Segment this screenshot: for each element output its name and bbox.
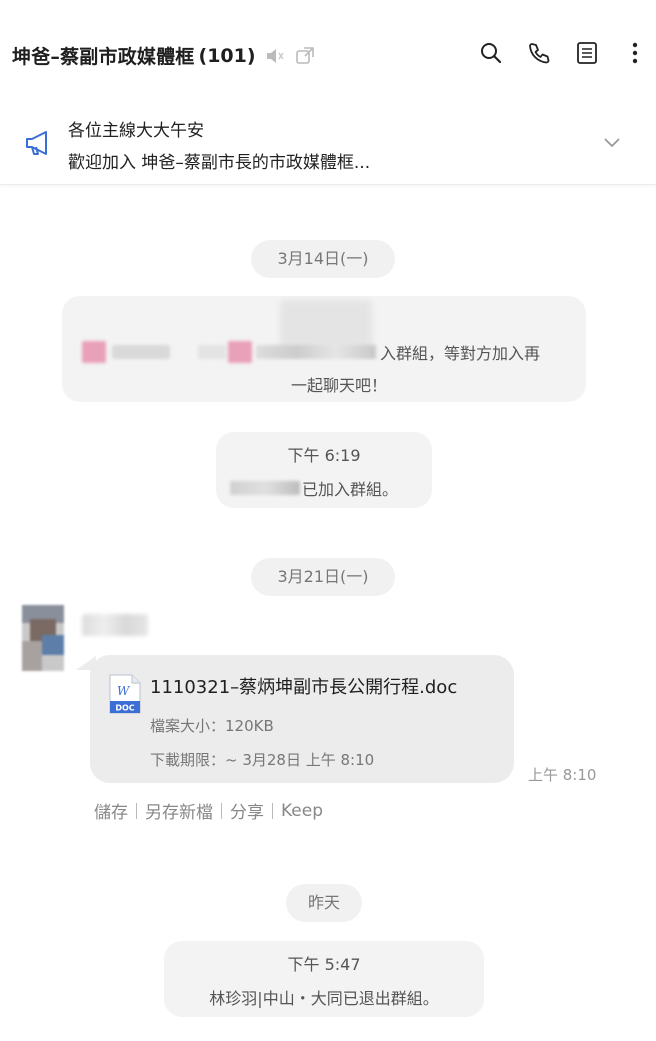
date-separator: 3月21日(一) bbox=[251, 558, 395, 596]
system-message-text: 已加入群組。 bbox=[302, 480, 399, 499]
notes-icon[interactable] bbox=[574, 40, 600, 66]
more-icon[interactable] bbox=[622, 40, 648, 66]
system-message-text-2: 一起聊天吧！ bbox=[290, 376, 387, 395]
date-separator: 3月14日(一) bbox=[251, 240, 395, 278]
word-doc-icon: W DOC bbox=[108, 673, 142, 719]
file-expiry: 下載期限：~ 3月28日 上午 8:10 bbox=[150, 751, 375, 769]
header-actions bbox=[478, 40, 648, 66]
save-as-button[interactable]: 另存新檔 bbox=[145, 798, 213, 823]
blurred-name bbox=[228, 341, 252, 363]
phone-icon[interactable] bbox=[526, 40, 552, 66]
system-message: 入群組，等對方加入再 一起聊天吧！ bbox=[62, 296, 586, 402]
blurred-name bbox=[112, 345, 170, 359]
announcement-bar[interactable]: 各位主線大大午安 歡迎加入 坤爸–蔡副市長的市政媒體框... bbox=[0, 110, 656, 185]
system-time: 下午 5:47 bbox=[287, 955, 361, 974]
chat-title-row: 坤爸–蔡副市政媒體框 (101) bbox=[12, 42, 316, 69]
keep-button[interactable]: Keep bbox=[281, 801, 323, 821]
divider bbox=[221, 802, 222, 819]
system-message: 下午 6:19 已加入群組。 bbox=[216, 432, 432, 508]
divider bbox=[136, 802, 137, 819]
divider bbox=[272, 802, 273, 819]
blurred-name bbox=[198, 345, 226, 359]
chat-title[interactable]: 坤爸–蔡副市政媒體框 bbox=[12, 42, 195, 69]
share-button[interactable]: 分享 bbox=[230, 798, 264, 823]
system-message-text: 林珍羽|中山・大同已退出群組。 bbox=[209, 989, 439, 1008]
sender-name bbox=[82, 614, 148, 636]
blurred-name bbox=[256, 345, 376, 359]
system-message-text: 入群組，等對方加入再 bbox=[380, 344, 541, 363]
blurred-name bbox=[82, 341, 106, 363]
file-name[interactable]: 1110321–蔡炳坤副市長公開行程.doc bbox=[150, 673, 457, 699]
megaphone-icon bbox=[24, 128, 54, 162]
file-message-bubble[interactable]: W DOC 1110321–蔡炳坤副市長公開行程.doc 檔案大小：120KB … bbox=[90, 655, 514, 783]
date-separator: 昨天 bbox=[286, 884, 362, 922]
mute-icon bbox=[264, 46, 286, 66]
save-button[interactable]: 儲存 bbox=[94, 798, 128, 823]
chevron-down-icon[interactable] bbox=[602, 132, 622, 156]
message-time: 上午 8:10 bbox=[528, 766, 597, 784]
system-time: 下午 6:19 bbox=[287, 446, 361, 465]
search-icon[interactable] bbox=[478, 40, 504, 66]
blurred-name bbox=[230, 481, 300, 495]
svg-text:DOC: DOC bbox=[115, 704, 134, 713]
chat-header: 坤爸–蔡副市政媒體框 (101) bbox=[0, 0, 656, 110]
announcement-title: 各位主線大大午安 bbox=[68, 121, 204, 141]
file-size: 檔案大小：120KB bbox=[150, 717, 274, 735]
member-count: (101) bbox=[198, 44, 256, 67]
system-message: 下午 5:47 林珍羽|中山・大同已退出群組。 bbox=[164, 941, 484, 1017]
announcement-body: 歡迎加入 坤爸–蔡副市長的市政媒體框... bbox=[68, 153, 371, 173]
avatar[interactable] bbox=[22, 605, 64, 671]
external-link-icon[interactable] bbox=[294, 45, 316, 67]
svg-text:W: W bbox=[117, 684, 131, 698]
file-actions: 儲存 另存新檔 分享 Keep bbox=[94, 798, 323, 824]
